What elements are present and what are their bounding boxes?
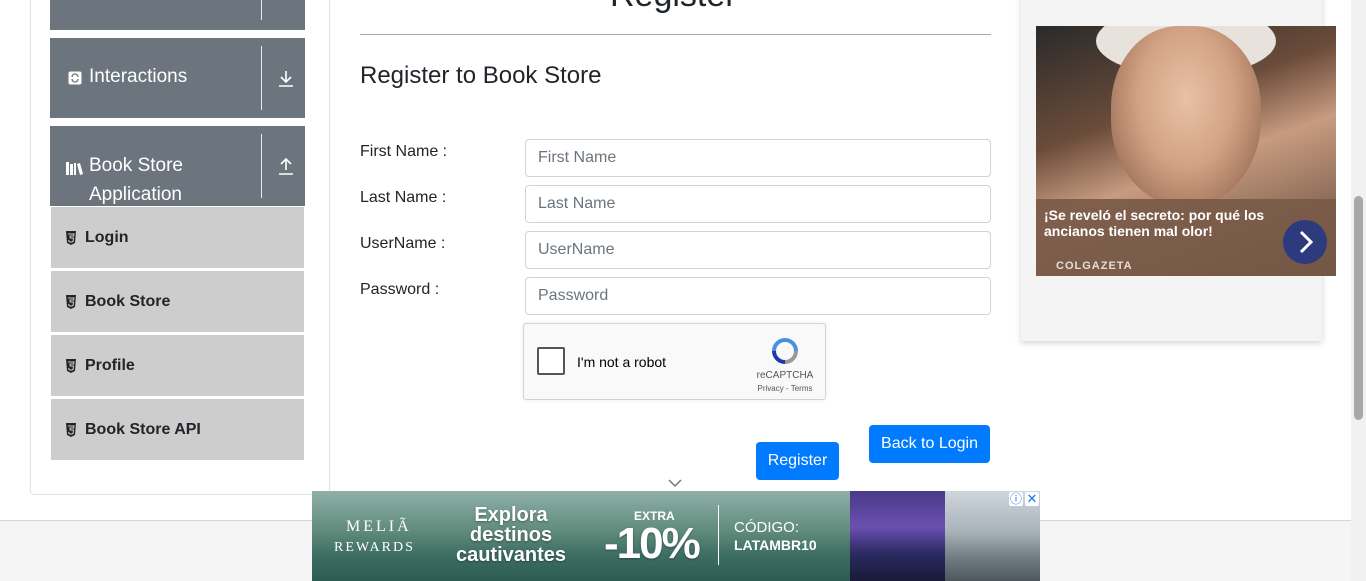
sidebar-item-book-store-api[interactable]: Book Store API [51,399,304,461]
recaptcha-logo-icon [772,338,798,364]
bottom-banner-ad[interactable]: MELIÃ REWARDS Explora destinos cautivant… [312,491,1040,581]
group-divider [261,134,262,198]
banner-code-value: LATAMBR10 [734,537,817,553]
recaptcha-widget: I'm not a robot reCAPTCHA Privacy - Term… [523,323,826,400]
sidebar-group-label-line1: Book Store [89,155,183,176]
right-ad-panel: ¡Se reveló el secreto: por qué los ancia… [1021,0,1336,341]
register-button[interactable]: Register [756,442,839,480]
recaptcha-links[interactable]: Privacy - Terms [750,384,820,393]
password-input[interactable] [525,277,991,315]
sidebar-item-label: Book Store API [85,421,201,438]
password-label: Password : [360,281,440,298]
sidebar-group-book-store-application[interactable]: Book Store Application [50,126,305,206]
form-title: Register to Book Store [360,62,602,89]
scrollbar-thumb[interactable] [1354,196,1363,420]
back-to-login-button[interactable]: Back to Login [869,425,990,463]
sidebar-group-label-line2: Application [89,184,182,205]
username-label: UserName : [360,235,446,252]
books-icon [66,162,83,175]
page-title: Register [610,0,737,15]
last-name-label: Last Name : [360,189,447,206]
adchoices-icon[interactable]: ⓘ [1009,492,1023,506]
banner-logo-line1: MELIÃ [346,518,412,535]
sidebar-item-login[interactable]: Login [51,207,304,269]
ad-image[interactable]: ¡Se reveló el secreto: por qué los ancia… [1036,26,1336,276]
banner-discount: -10% [604,519,701,568]
ad-next-button[interactable] [1283,220,1327,264]
banner-logo-line2: REWARDS [334,540,415,555]
page: Interactions Book Store Application Logi… [0,0,1366,581]
download-arrow-icon[interactable] [276,69,296,89]
banner-headline: Explora destinos cautivantes [455,504,567,566]
upload-arrow-icon[interactable] [276,157,296,177]
banner-divider [718,505,719,565]
html5-icon [66,423,76,437]
ad-source: COLGAZETA [1056,260,1133,272]
chevron-right-icon [1299,230,1314,254]
sidebar-group-collapsed[interactable] [50,0,305,30]
sidebar-group-label: Interactions [89,66,188,87]
banner-code-label: CÓDIGO: [734,519,800,536]
recaptcha-brand: reCAPTCHA [756,370,814,381]
html5-icon [66,359,76,373]
group-divider [261,46,262,110]
group-divider [261,0,262,20]
sidebar-item-label: Login [85,229,129,246]
divider [360,34,991,35]
username-input[interactable] [525,231,991,269]
first-name-input[interactable] [525,139,991,177]
ad-photo-face [1111,26,1261,206]
sidebar-item-book-store[interactable]: Book Store [51,271,304,333]
ad-caption[interactable]: ¡Se reveló el secreto: por qué los ancia… [1044,207,1284,239]
sidebar-group-interactions[interactable]: Interactions [50,38,305,118]
html5-icon [66,231,76,245]
first-name-label: First Name : [360,143,448,160]
html5-icon [66,295,76,309]
banner-city-photo [850,491,945,581]
last-name-input[interactable] [525,185,991,223]
sidebar-item-label: Book Store [85,293,171,310]
chevron-down-icon[interactable] [667,478,683,488]
recaptcha-checkbox[interactable] [537,347,565,375]
sidebar-item-label: Profile [85,357,135,374]
close-icon[interactable]: ✕ [1025,492,1039,506]
recaptcha-label: I'm not a robot [577,354,667,370]
refresh-icon [68,71,82,85]
sidebar-item-profile[interactable]: Profile [51,335,304,397]
